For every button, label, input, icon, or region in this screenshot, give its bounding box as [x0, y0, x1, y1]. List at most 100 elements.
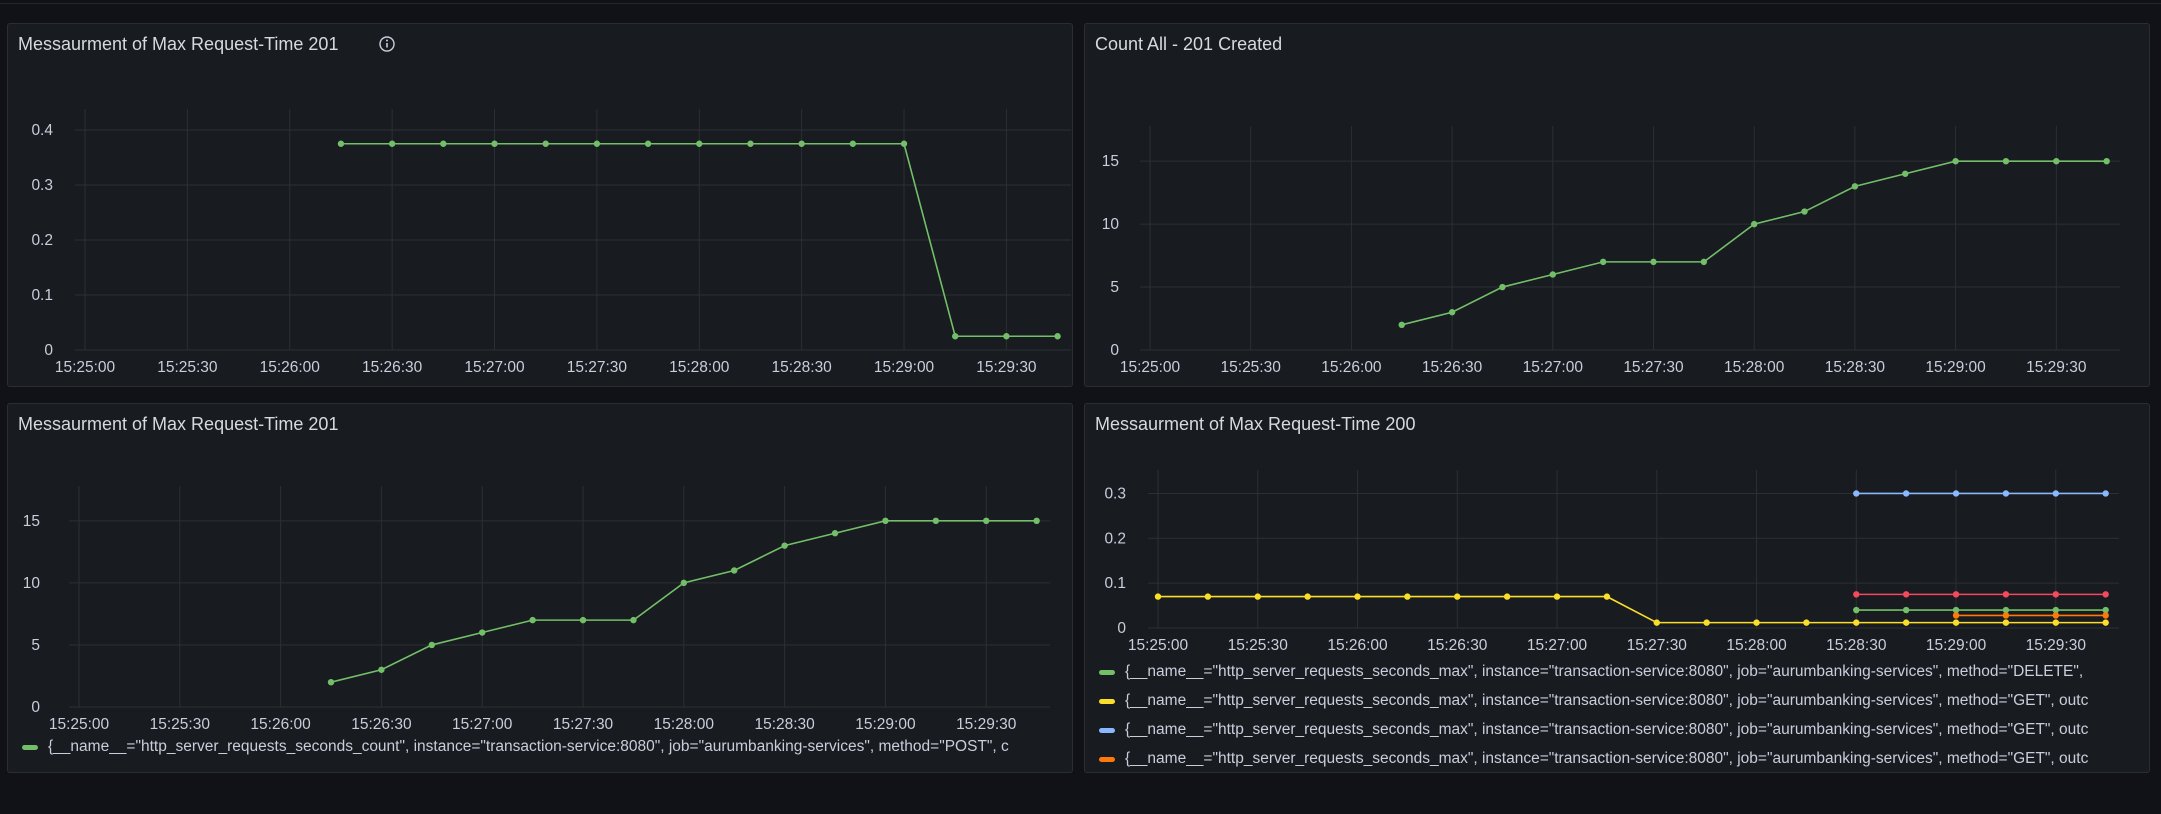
data-point[interactable] — [1700, 258, 1708, 266]
data-point[interactable] — [2002, 490, 2010, 497]
data-point[interactable] — [1503, 593, 1511, 600]
data-point[interactable] — [747, 140, 754, 147]
data-point[interactable] — [2102, 619, 2109, 626]
legend-item[interactable]: {__name__="http_server_requests_seconds_… — [1085, 691, 2131, 713]
data-point[interactable] — [680, 579, 688, 587]
data-point[interactable] — [1853, 606, 1860, 614]
data-point[interactable] — [1952, 157, 1959, 165]
data-point[interactable] — [579, 616, 587, 624]
data-point[interactable] — [1853, 490, 1860, 497]
x-tick-label: 15:29:30 — [2026, 637, 2087, 654]
data-point[interactable] — [2052, 619, 2059, 626]
data-point[interactable] — [1304, 593, 1311, 600]
legend: {__name__="http_server_requests_seconds_… — [8, 737, 1072, 770]
data-point[interactable] — [2052, 490, 2059, 497]
chart-svg[interactable]: 15:25:00 15:25:30 15:26:00 15:26:30 15:27:00… — [8, 24, 1073, 387]
data-point[interactable] — [1952, 591, 1960, 598]
data-point[interactable] — [2102, 612, 2109, 619]
data-point[interactable] — [2002, 619, 2010, 626]
data-point[interactable] — [1801, 208, 1808, 215]
data-point[interactable] — [2002, 157, 2010, 165]
data-point[interactable] — [1448, 309, 1456, 316]
data-point[interactable] — [1033, 517, 1040, 525]
data-point[interactable] — [529, 616, 536, 624]
data-point[interactable] — [1902, 606, 1910, 614]
data-point[interactable] — [1154, 593, 1162, 600]
data-point[interactable] — [479, 629, 486, 636]
data-point[interactable] — [952, 333, 959, 340]
data-point[interactable] — [388, 140, 396, 147]
data-point[interactable] — [491, 140, 498, 147]
data-point[interactable] — [630, 616, 637, 624]
chart-svg[interactable]: 15:25:00 15:25:30 15:26:00 15:26:30 15:27:00… — [1085, 24, 2150, 387]
data-point[interactable] — [337, 140, 345, 147]
data-point[interactable] — [2052, 612, 2059, 619]
data-point[interactable] — [1454, 593, 1461, 600]
data-point[interactable] — [1703, 619, 1710, 626]
data-point[interactable] — [2102, 591, 2109, 598]
data-point[interactable] — [1354, 593, 1361, 600]
chart-svg[interactable]: 15:25:00 15:25:30 15:26:00 15:26:30 15:27:00… — [8, 404, 1073, 773]
data-point[interactable] — [798, 140, 805, 147]
data-point[interactable] — [542, 140, 549, 147]
data-point[interactable] — [1603, 593, 1611, 600]
data-point[interactable] — [1851, 183, 1859, 190]
data-point[interactable] — [983, 517, 990, 525]
data-point[interactable] — [2053, 157, 2060, 165]
data-point[interactable] — [1254, 593, 1261, 600]
data-point[interactable] — [593, 140, 601, 147]
data-point[interactable] — [696, 140, 703, 147]
data-point[interactable] — [327, 678, 335, 686]
x-tick-label: 15:28:30 — [1826, 637, 1887, 654]
data-point[interactable] — [2103, 157, 2110, 165]
data-point[interactable] — [1853, 619, 1860, 626]
data-point[interactable] — [1952, 490, 1960, 497]
data-point[interactable] — [1553, 593, 1561, 600]
data-point[interactable] — [1204, 593, 1212, 600]
data-point[interactable] — [1398, 321, 1405, 329]
data-point[interactable] — [2052, 591, 2059, 598]
data-point[interactable] — [831, 530, 839, 537]
data-point[interactable] — [1803, 619, 1810, 626]
data-point[interactable] — [1003, 333, 1010, 340]
data-point[interactable] — [428, 641, 436, 649]
data-point[interactable] — [1750, 220, 1758, 228]
data-point[interactable] — [1902, 170, 1909, 177]
data-point[interactable] — [1952, 619, 1960, 626]
legend-item[interactable]: {__name__="http_server_requests_seconds_… — [8, 737, 1054, 759]
data-point[interactable] — [644, 140, 652, 147]
data-point[interactable] — [378, 666, 385, 673]
legend-item[interactable]: {__name__="http_server_requests_seconds_… — [8, 383, 1054, 384]
legend-item[interactable]: {__name__="http_server_requests_seconds_… — [1085, 749, 2131, 770]
data-point[interactable] — [1054, 333, 1061, 340]
data-point[interactable] — [882, 517, 889, 525]
data-point[interactable] — [1653, 619, 1660, 626]
data-point[interactable] — [1499, 283, 1506, 291]
data-point[interactable] — [2002, 591, 2010, 598]
data-point[interactable] — [1753, 619, 1760, 626]
data-point[interactable] — [1902, 619, 1910, 626]
data-point[interactable] — [1902, 591, 1910, 598]
data-point[interactable] — [1853, 591, 1860, 598]
data-point[interactable] — [440, 140, 447, 147]
legend-item[interactable]: {__name__="http_server_requests_seconds_… — [1085, 662, 2131, 684]
legend-item[interactable]: {__name__="http_server_requests_seconds_… — [1085, 720, 2131, 742]
data-point[interactable] — [849, 140, 857, 147]
panel-4[interactable]: Messaurment of Max Request-Time 200 15:25… — [1084, 403, 2150, 773]
panel-3[interactable]: Messaurment of Max Request-Time 201 15:25… — [7, 403, 1073, 773]
data-point[interactable] — [900, 140, 908, 147]
data-point[interactable] — [1404, 593, 1411, 600]
data-point[interactable] — [1650, 258, 1657, 266]
data-point[interactable] — [781, 542, 788, 549]
data-point[interactable] — [1952, 612, 1960, 619]
data-point[interactable] — [1599, 258, 1607, 266]
data-point[interactable] — [932, 517, 940, 525]
data-point[interactable] — [2002, 612, 2010, 619]
legend-item[interactable]: {__name__="http_server_requests_seconds_… — [1085, 383, 2131, 384]
panel-2[interactable]: Count All - 201 Created 15:25:00 15:25:30 1… — [1084, 23, 2150, 387]
data-point[interactable] — [1549, 271, 1556, 278]
panel-1[interactable]: Messaurment of Max Request-Time 201 15:25… — [7, 23, 1073, 387]
data-point[interactable] — [2102, 490, 2109, 497]
data-point[interactable] — [731, 567, 738, 574]
data-point[interactable] — [1902, 490, 1910, 497]
